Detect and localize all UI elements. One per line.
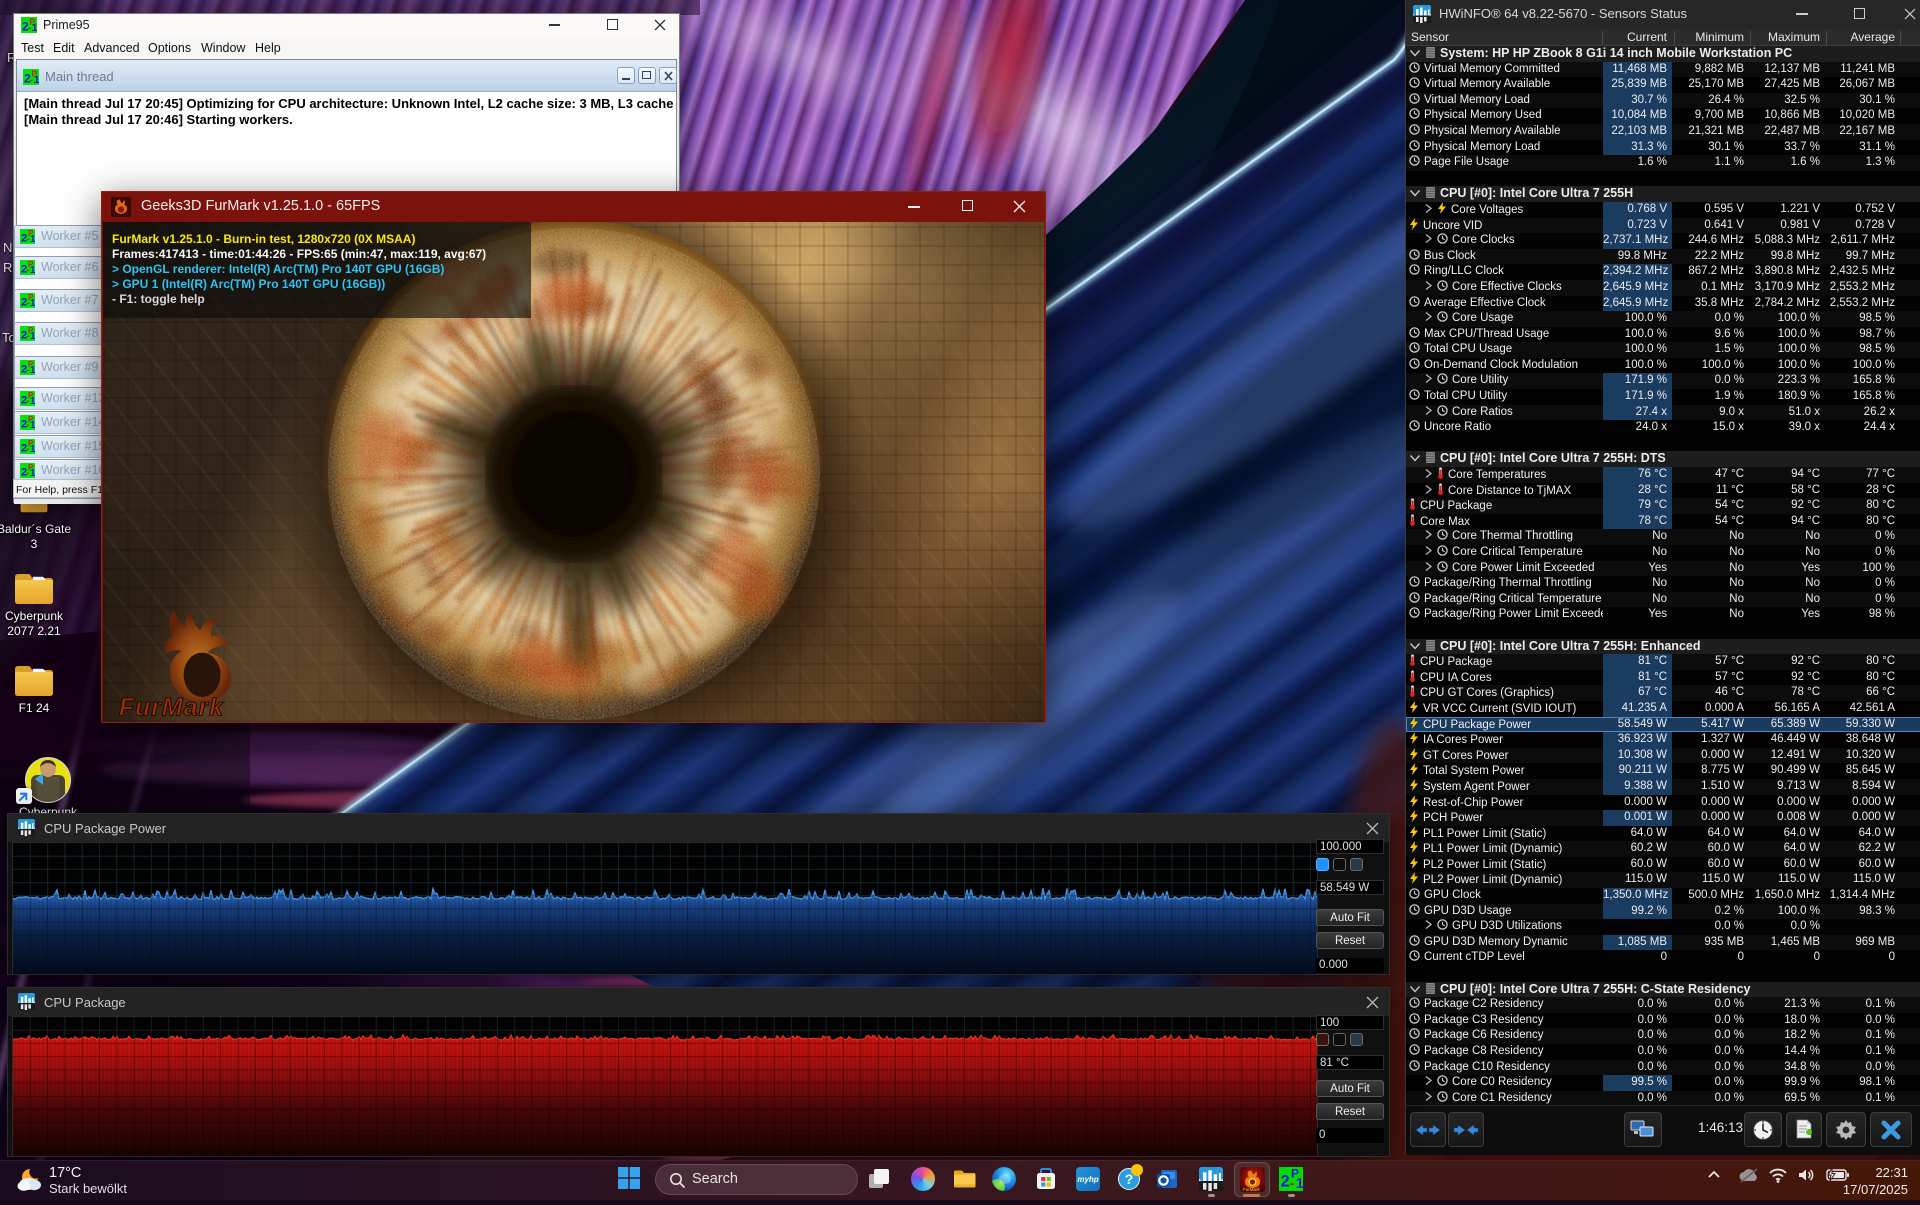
svg-text:1: 1: [30, 234, 35, 244]
svg-text:1: 1: [1296, 1175, 1304, 1191]
svg-text:1: 1: [30, 298, 35, 308]
svg-text:1: 1: [30, 396, 35, 406]
svg-text:1: 1: [34, 74, 40, 85]
svg-text:FurMark: FurMark: [119, 693, 224, 721]
svg-text:1: 1: [30, 444, 35, 454]
svg-text:1: 1: [30, 265, 35, 275]
svg-text:FurMark: FurMark: [1243, 1187, 1260, 1192]
svg-text:2: 2: [1281, 1173, 1290, 1191]
svg-text:1: 1: [30, 331, 35, 341]
svg-text:1: 1: [32, 22, 38, 33]
svg-text:-: -: [1290, 1175, 1295, 1191]
svg-text:1: 1: [30, 365, 35, 375]
svg-text:1: 1: [30, 420, 35, 430]
svg-text:1: 1: [30, 468, 35, 478]
